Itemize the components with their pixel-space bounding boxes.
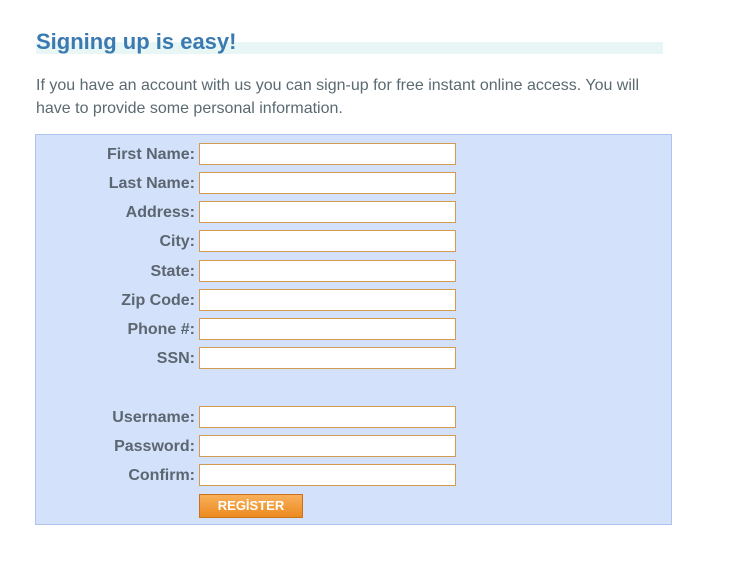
zip-code-input[interactable] xyxy=(199,289,456,311)
field-row-first-name: First Name: xyxy=(36,143,673,166)
field-row-last-name: Last Name: xyxy=(36,172,673,195)
last-name-input[interactable] xyxy=(199,172,456,194)
field-row-state: State: xyxy=(36,260,673,283)
address-input[interactable] xyxy=(199,201,456,223)
first-name-label: First Name: xyxy=(106,146,195,163)
city-label: City: xyxy=(159,233,195,250)
field-row-password: Password: xyxy=(36,435,673,458)
field-row-confirm: Confirm: xyxy=(36,464,673,487)
state-input[interactable] xyxy=(199,260,456,282)
field-row-city: City: xyxy=(36,230,673,253)
intro-text: If you have an account with us you can s… xyxy=(36,77,640,117)
first-name-input[interactable] xyxy=(199,143,456,165)
password-label: Password: xyxy=(114,438,195,455)
phone-input[interactable] xyxy=(199,318,456,340)
username-label: Username: xyxy=(112,409,195,426)
ssn-input[interactable] xyxy=(199,347,456,369)
field-row-zip-code: Zip Code: xyxy=(36,289,673,312)
zip-code-label: Zip Code: xyxy=(121,292,195,309)
username-input[interactable] xyxy=(199,406,456,428)
state-label: State: xyxy=(150,263,195,280)
address-label: Address: xyxy=(125,204,195,221)
field-row-address: Address: xyxy=(36,201,673,224)
confirm-password-input[interactable] xyxy=(199,464,456,486)
city-input[interactable] xyxy=(199,230,456,252)
confirm-label: Confirm: xyxy=(128,467,195,484)
signup-form: First Name: Last Name: Address: City: St… xyxy=(35,134,672,525)
field-row-phone: Phone #: xyxy=(36,318,673,341)
page-title: Signing up is easy! xyxy=(36,29,237,54)
register-button[interactable]: REGİSTER xyxy=(199,494,303,518)
field-row-ssn: SSN: xyxy=(36,347,673,370)
page-header: Signing up is easy! xyxy=(36,28,663,56)
field-row-username: Username: xyxy=(36,406,673,429)
phone-label: Phone #: xyxy=(127,321,195,338)
last-name-label: Last Name: xyxy=(108,175,195,192)
ssn-label: SSN: xyxy=(156,350,195,367)
password-input[interactable] xyxy=(199,435,456,457)
